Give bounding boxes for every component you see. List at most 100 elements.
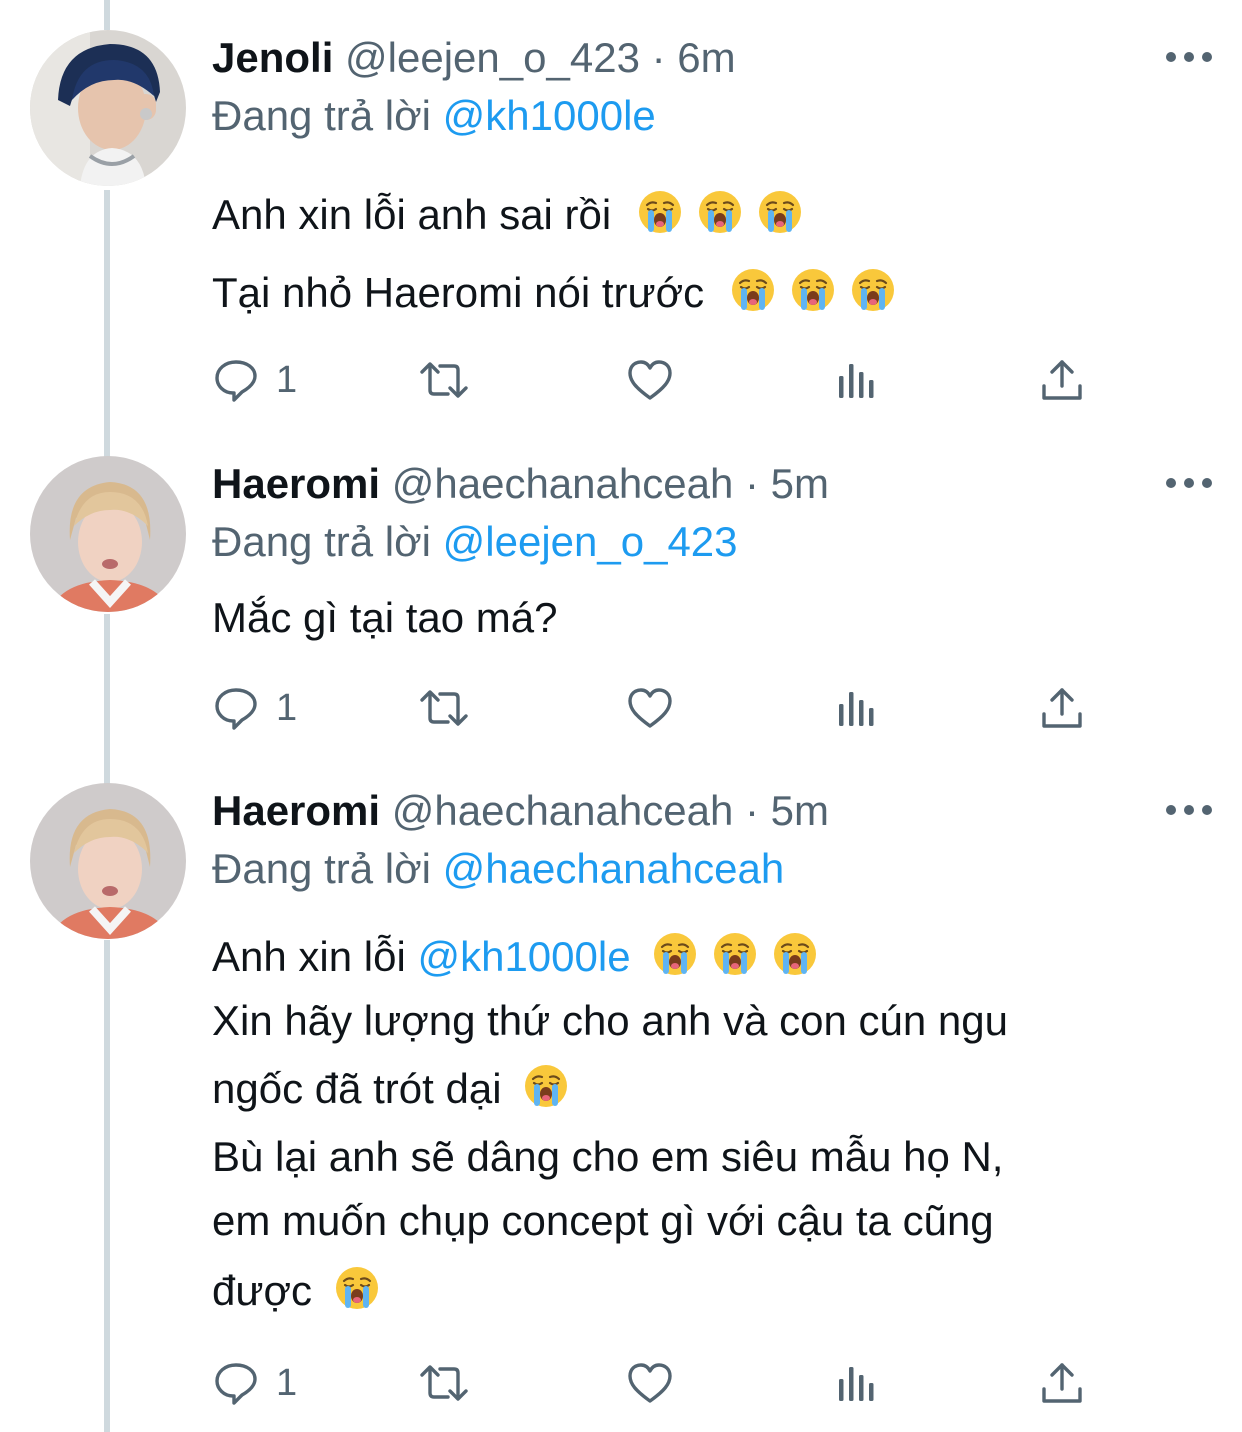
text-line: Tại nhỏ Haeromi nói trước <box>212 254 910 332</box>
analytics-button[interactable] <box>832 350 880 410</box>
tweet-text: Mắc gì tại tao má? <box>212 586 558 650</box>
text-line: em muốn chụp concept gì với cậu ta cũng <box>212 1189 1008 1253</box>
tweet[interactable]: Haeromi @haechanahceah · 5m Đang trả lời… <box>0 781 1242 1421</box>
timestamp[interactable]: 5m <box>771 460 829 507</box>
text-segment: được <box>212 1267 313 1314</box>
like-icon <box>628 1363 672 1403</box>
reply-icon <box>215 688 257 730</box>
replying-label: Đang trả lời <box>212 518 431 565</box>
reply-count: 1 <box>276 358 298 401</box>
tweet[interactable]: Haeromi @haechanahceah · 5m Đang trả lời… <box>0 454 1242 754</box>
tweet-header: Jenoli @leejen_o_423 · 6m <box>212 28 736 88</box>
text-line: được <box>212 1253 1008 1329</box>
text-segment: Xin hãy lượng thứ cho anh và con cún ngu <box>212 997 1008 1044</box>
timestamp[interactable]: 6m <box>677 34 735 81</box>
loudly-crying-face-emoji <box>652 931 698 977</box>
more-icon[interactable] <box>1166 42 1212 72</box>
avatar[interactable] <box>30 783 186 939</box>
avatar[interactable] <box>30 30 186 186</box>
text-segment: Anh xin lỗi anh sai rồi <box>212 191 612 238</box>
loudly-crying-face-emoji <box>637 189 683 235</box>
loudly-crying-face-emoji <box>772 931 818 977</box>
tweet-text: Anh xin lỗi @kh1000le Xin hãy lượng thứ … <box>212 925 1008 1329</box>
retweet-button[interactable] <box>416 350 472 410</box>
more-icon[interactable] <box>1166 468 1212 498</box>
tweet-actions: 1 <box>212 678 1112 738</box>
tweet[interactable]: Jenoli @leejen_o_423 · 6m Đang trả lời @… <box>0 28 1242 428</box>
text-line: Anh xin lỗi anh sai rồi <box>212 176 910 254</box>
thread-line <box>104 0 110 30</box>
mention-link[interactable]: @kh1000le <box>443 92 656 139</box>
share-icon <box>1042 1363 1082 1403</box>
avatar[interactable] <box>30 456 186 612</box>
timestamp[interactable]: 5m <box>771 787 829 834</box>
loudly-crying-face-emoji <box>850 267 896 313</box>
reply-count: 1 <box>276 686 298 729</box>
analytics-icon <box>839 692 874 726</box>
tweet-header: Haeromi @haechanahceah · 5m <box>212 781 829 841</box>
retweet-icon <box>420 1365 468 1401</box>
replying-label: Đang trả lời <box>212 845 431 892</box>
text-line: ngốc đã trót dại <box>212 1053 1008 1125</box>
replying-to: Đang trả lời @kh1000le <box>212 86 656 146</box>
separator: · <box>651 34 666 81</box>
display-name[interactable]: Jenoli <box>212 34 333 81</box>
share-button[interactable] <box>1038 350 1086 410</box>
analytics-button[interactable] <box>832 1353 880 1413</box>
text-segment: Anh xin lỗi <box>212 933 406 980</box>
like-icon <box>628 360 672 400</box>
emoji-group <box>730 267 910 316</box>
loudly-crying-face-emoji <box>712 931 758 977</box>
display-name[interactable]: Haeromi <box>212 460 380 507</box>
mention-link[interactable]: @kh1000le <box>417 933 630 980</box>
like-icon <box>628 688 672 728</box>
more-icon[interactable] <box>1166 795 1212 825</box>
loudly-crying-face-emoji <box>697 189 743 235</box>
reply-icon <box>215 1363 257 1405</box>
like-button[interactable] <box>626 1353 674 1413</box>
reply-icon <box>215 360 257 402</box>
like-button[interactable] <box>626 350 674 410</box>
text-segment: em muốn chụp concept gì với cậu ta cũng <box>212 1197 994 1244</box>
reply-button[interactable]: 1 <box>212 1353 297 1413</box>
analytics-icon <box>839 364 874 398</box>
text-segment: Tại nhỏ Haeromi nói trước <box>212 269 705 316</box>
mention-link[interactable]: @haechanahceah <box>443 845 785 892</box>
loudly-crying-face-emoji <box>523 1063 569 1109</box>
text-line: Mắc gì tại tao má? <box>212 586 558 650</box>
separator: · <box>744 460 759 507</box>
reply-button[interactable]: 1 <box>212 350 297 410</box>
user-handle[interactable]: @haechanahceah <box>392 787 734 834</box>
loudly-crying-face-emoji <box>730 267 776 313</box>
retweet-button[interactable] <box>416 1353 472 1413</box>
avatar-image <box>30 456 186 612</box>
retweet-button[interactable] <box>416 678 472 738</box>
user-handle[interactable]: @haechanahceah <box>392 460 734 507</box>
text-segment: ngốc đã trót dại <box>212 1065 502 1112</box>
loudly-crying-face-emoji <box>790 267 836 313</box>
tweet-text: Anh xin lỗi anh sai rồi Tại nhỏ Haeromi … <box>212 176 910 332</box>
retweet-icon <box>420 362 468 398</box>
tweet-header: Haeromi @haechanahceah · 5m <box>212 454 829 514</box>
tweet-actions: 1 <box>212 350 1112 410</box>
share-icon <box>1042 688 1082 728</box>
text-line: Anh xin lỗi @kh1000le <box>212 925 1008 989</box>
user-handle[interactable]: @leejen_o_423 <box>345 34 640 81</box>
replying-to: Đang trả lời @leejen_o_423 <box>212 512 738 572</box>
text-segment: Mắc gì tại tao má? <box>212 594 558 641</box>
tweet-actions: 1 <box>212 1353 1112 1413</box>
analytics-button[interactable] <box>832 678 880 738</box>
share-button[interactable] <box>1038 1353 1086 1413</box>
display-name[interactable]: Haeromi <box>212 787 380 834</box>
loudly-crying-face-emoji <box>334 1265 380 1311</box>
share-button[interactable] <box>1038 678 1086 738</box>
like-button[interactable] <box>626 678 674 738</box>
reply-count: 1 <box>276 1361 298 1404</box>
replying-to: Đang trả lời @haechanahceah <box>212 839 784 899</box>
analytics-icon <box>839 1367 874 1401</box>
loudly-crying-face-emoji <box>757 189 803 235</box>
mention-link[interactable]: @leejen_o_423 <box>443 518 738 565</box>
reply-button[interactable]: 1 <box>212 678 297 738</box>
replying-label: Đang trả lời <box>212 92 431 139</box>
text-segment: Bù lại anh sẽ dâng cho em siêu mẫu họ N, <box>212 1133 1004 1180</box>
